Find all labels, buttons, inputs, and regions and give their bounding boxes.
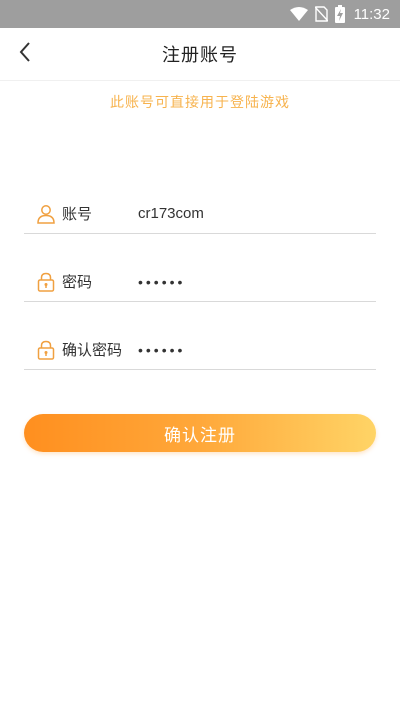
password-label: 密码 [62, 273, 93, 291]
password-row: 密码 [24, 262, 376, 302]
password-input[interactable] [138, 267, 358, 296]
confirm-password-input[interactable] [138, 335, 358, 364]
page-title: 注册账号 [162, 45, 238, 66]
header: 注册账号 [0, 28, 400, 81]
chevron-left-icon [18, 41, 32, 67]
account-label: 账号 [62, 205, 93, 223]
account-input[interactable] [138, 199, 358, 228]
subtitle: 此账号可直接用于登陆游戏 [110, 95, 290, 111]
status-time: 11:32 [353, 5, 390, 23]
lock-icon [34, 270, 58, 294]
no-sim-icon [314, 6, 328, 22]
lock-icon [34, 338, 58, 362]
account-row: 账号 [24, 194, 376, 234]
confirm-password-label: 确认密码 [62, 341, 123, 359]
wifi-icon [289, 7, 308, 21]
battery-charging-icon [334, 5, 345, 23]
confirm-register-button[interactable]: 确认注册 [24, 414, 376, 452]
status-bar: 11:32 [0, 0, 400, 28]
confirm-password-row: 确认密码 [24, 330, 376, 370]
user-icon [34, 202, 58, 226]
back-button[interactable] [8, 36, 42, 72]
